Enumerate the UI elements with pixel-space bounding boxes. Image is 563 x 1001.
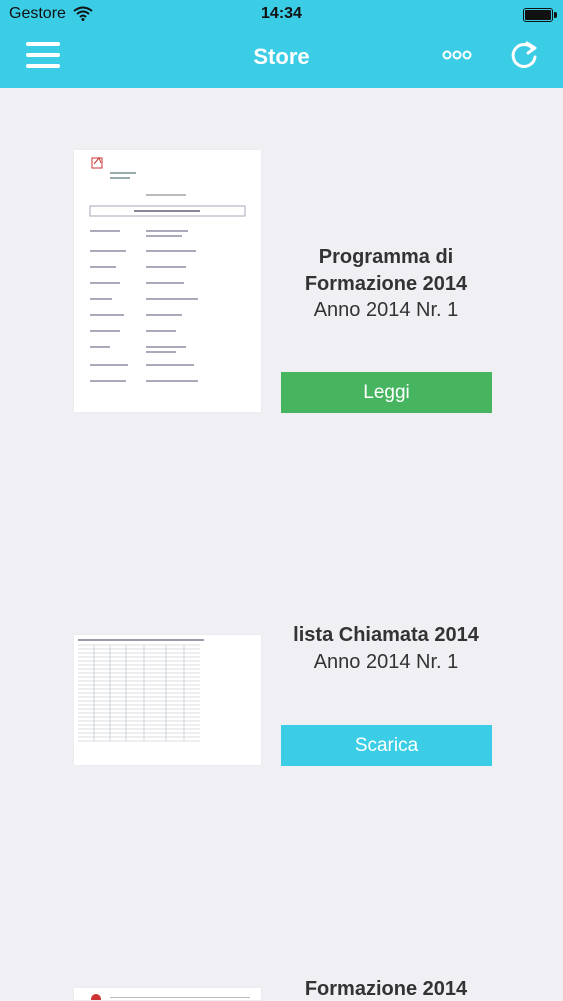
document-issue: Anno 2014 Nr. 1 xyxy=(313,299,459,321)
document-title: Formazione 2014 xyxy=(304,978,468,1000)
document-title: lista Chiamata 2014 xyxy=(293,624,479,646)
status-bar: Gestore 14:34 xyxy=(0,0,563,30)
document-thumbnail[interactable] xyxy=(74,150,261,412)
download-button[interactable]: Scarica xyxy=(281,725,492,766)
navbar: Store xyxy=(0,30,563,88)
more-options-icon[interactable] xyxy=(441,48,475,62)
document-preview-icon xyxy=(89,157,246,382)
document-issue: Anno 2014 Nr. 1 xyxy=(313,651,459,673)
battery-icon xyxy=(523,8,557,22)
clock: 14:34 xyxy=(261,5,302,22)
page-title: Store xyxy=(253,44,310,69)
refresh-icon[interactable] xyxy=(508,40,540,72)
app-header: Gestore 14:34 Store xyxy=(0,0,563,88)
document-thumbnail[interactable] xyxy=(74,635,261,765)
document-title: Programma di xyxy=(318,246,454,268)
document-preview-icon xyxy=(91,994,250,1000)
document-thumbnail[interactable] xyxy=(74,988,261,1000)
document-title-line2: Formazione 2014 xyxy=(304,273,468,295)
document-preview-icon xyxy=(78,639,204,742)
read-button[interactable]: Leggi xyxy=(281,372,492,413)
